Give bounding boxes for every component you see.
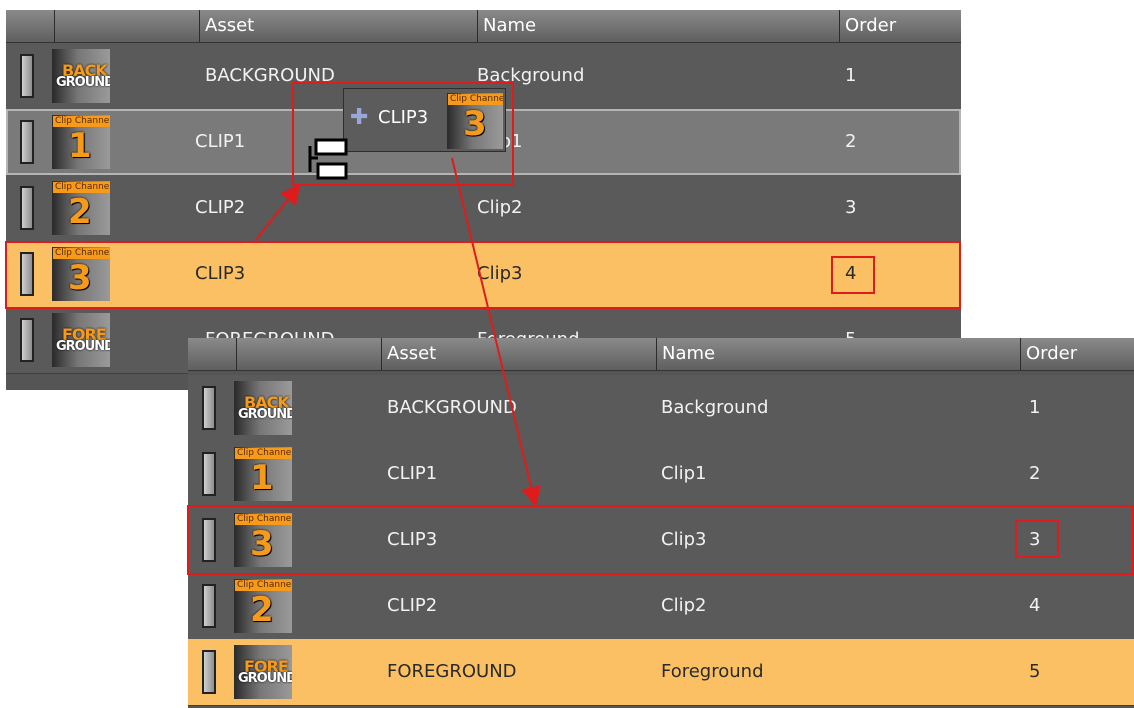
- arrow-to-new-position: [451, 157, 541, 507]
- arrow-to-drag-box: [254, 183, 301, 242]
- annotation-arrows: [254, 157, 541, 507]
